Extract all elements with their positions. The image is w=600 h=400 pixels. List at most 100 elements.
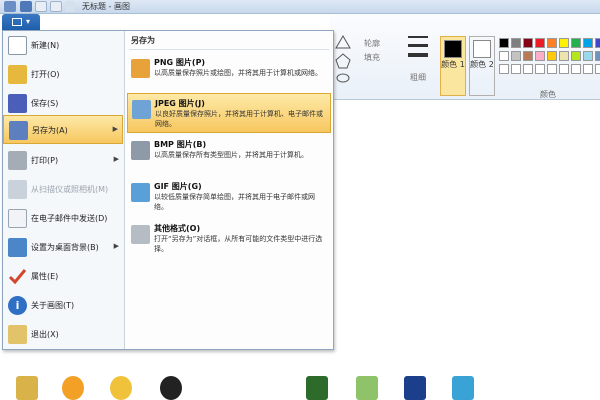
- menu-item-label: 打印(P): [31, 156, 59, 165]
- desktop-folder-icon[interactable]: [16, 376, 38, 400]
- sub-item-desc: 以高质量保存照片或绘图，并将其用于计算机或网络。: [154, 69, 322, 77]
- palette-swatch[interactable]: [535, 38, 545, 48]
- undo-icon[interactable]: [35, 1, 47, 12]
- palette-swatch[interactable]: [499, 38, 509, 48]
- sub-item-title: GIF 图片(G): [154, 182, 202, 191]
- color-palette: [498, 37, 600, 76]
- palette-swatch[interactable]: [523, 64, 533, 74]
- palette-swatch[interactable]: [583, 64, 593, 74]
- save-as-icon: [9, 121, 28, 140]
- desktop-cartoon-icon[interactable]: [110, 376, 132, 400]
- palette-swatch[interactable]: [595, 38, 600, 48]
- chevron-right-icon: ▶: [113, 155, 119, 163]
- color2-button[interactable]: 颜色 2: [469, 36, 495, 96]
- sub-item-title: JPEG 图片(J): [155, 99, 205, 108]
- sub-item-desc: 以高质量保存所有类型图片，并将其用于计算机。: [154, 151, 308, 159]
- palette-swatch[interactable]: [571, 51, 581, 61]
- sub-item-title: 其他格式(O): [154, 224, 201, 233]
- desktop-photoshop-icon[interactable]: [404, 376, 426, 400]
- palette-swatch[interactable]: [523, 51, 533, 61]
- folder-icon: [8, 65, 27, 84]
- png-image-icon: [131, 59, 150, 78]
- palette-swatch[interactable]: [511, 51, 521, 61]
- menu-item-label: 新建(N): [31, 41, 60, 50]
- palette-swatch[interactable]: [535, 51, 545, 61]
- palette-swatch[interactable]: [523, 38, 533, 48]
- palette-swatch[interactable]: [547, 38, 557, 48]
- save-icon[interactable]: [20, 1, 32, 12]
- exit-icon: [8, 325, 27, 344]
- palette-swatch[interactable]: [559, 64, 569, 74]
- save-as-submenu: 另存为 PNG 图片(P) 以高质量保存照片或绘图，并将其用于计算机或网络。 J…: [124, 31, 333, 349]
- menu-item-label: 属性(E): [31, 272, 59, 281]
- palette-swatch[interactable]: [499, 64, 509, 74]
- color2-swatch: [473, 40, 491, 58]
- desktop-qq-pet-icon[interactable]: [62, 376, 84, 400]
- palette-swatch[interactable]: [547, 64, 557, 74]
- desktop-app-icon[interactable]: [356, 376, 378, 400]
- palette-swatch[interactable]: [511, 64, 521, 74]
- menu-item-open[interactable]: 打开(O): [3, 60, 123, 89]
- palette-swatch[interactable]: [559, 51, 569, 61]
- desktop-cute-icon[interactable]: [452, 376, 474, 400]
- menu-item-exit[interactable]: 退出(X): [3, 320, 123, 349]
- save-as-gif[interactable]: GIF 图片(G) 以较低质量保存简单绘图，并将其用于电子邮件或网络。: [127, 177, 331, 217]
- palette-swatch[interactable]: [559, 38, 569, 48]
- save-as-png[interactable]: PNG 图片(P) 以高质量保存照片或绘图，并将其用于计算机或网络。: [127, 53, 331, 93]
- menu-item-set-desktop[interactable]: 设置为桌面背景(B) ▶: [3, 233, 123, 262]
- floppy-icon: [8, 94, 27, 113]
- menu-icon: [12, 18, 22, 26]
- info-icon: i: [8, 296, 27, 315]
- palette-swatch[interactable]: [571, 38, 581, 48]
- chevron-right-icon: ▶: [113, 242, 119, 250]
- fill-label[interactable]: 填充: [364, 52, 380, 63]
- palette-swatch[interactable]: [499, 51, 509, 61]
- colors-group-label: 颜色: [540, 90, 556, 99]
- customize-toolbar-icon[interactable]: [65, 1, 75, 12]
- shapes-icon[interactable]: [334, 34, 352, 90]
- chevron-right-icon: ▶: [112, 125, 118, 133]
- email-icon: [8, 209, 27, 228]
- sub-item-desc: 以较低质量保存简单绘图，并将其用于电子邮件或网络。: [154, 193, 315, 211]
- menu-item-label: 在电子邮件中发送(D): [31, 214, 108, 223]
- desktop-dreamweaver-icon[interactable]: [306, 376, 328, 400]
- printer-icon: [8, 151, 27, 170]
- menu-item-label: 从扫描仪或照相机(M): [31, 185, 109, 194]
- other-formats-icon: [131, 225, 150, 244]
- menu-item-properties[interactable]: 属性(E): [3, 262, 123, 291]
- menu-item-new[interactable]: 新建(N): [3, 31, 123, 60]
- palette-swatch[interactable]: [511, 38, 521, 48]
- palette-swatch[interactable]: [547, 51, 557, 61]
- save-as-jpeg[interactable]: JPEG 图片(J) 以良好质量保存照片，并将其用于计算机、电子邮件或网络。: [127, 93, 331, 133]
- menu-item-send-email[interactable]: 在电子邮件中发送(D): [3, 204, 123, 233]
- menu-item-from-scanner[interactable]: 从扫描仪或照相机(M): [3, 175, 123, 204]
- palette-swatch[interactable]: [595, 51, 600, 61]
- ribbon: 轮廓 填充 粗细 颜色 1 颜色 2 颜色: [330, 14, 600, 100]
- line-thickness-icon[interactable]: [408, 36, 428, 68]
- palette-swatch[interactable]: [595, 64, 600, 74]
- menu-item-print[interactable]: 打印(P) ▶: [3, 146, 123, 175]
- save-as-other[interactable]: 其他格式(O) 打开“另存为”对话框，从所有可能的文件类型中进行选择。: [127, 219, 331, 259]
- palette-swatch[interactable]: [571, 64, 581, 74]
- palette-swatch[interactable]: [535, 64, 545, 74]
- thickness-label[interactable]: 粗细: [410, 72, 426, 83]
- sub-item-title: PNG 图片(P): [154, 58, 206, 67]
- color1-button[interactable]: 颜色 1: [440, 36, 466, 96]
- redo-icon[interactable]: [50, 1, 62, 12]
- menu-item-about[interactable]: i 关于画图(T): [3, 291, 123, 320]
- palette-swatch[interactable]: [583, 38, 593, 48]
- menu-item-label: 另存为(A): [32, 126, 68, 135]
- gif-image-icon: [131, 183, 150, 202]
- scanner-icon: [8, 180, 27, 199]
- menu-item-save[interactable]: 保存(S): [3, 89, 123, 118]
- outline-label[interactable]: 轮廓: [364, 38, 380, 49]
- submenu-title: 另存为: [129, 35, 329, 50]
- color1-swatch: [444, 40, 462, 58]
- menu-item-save-as[interactable]: 另存为(A) ▶: [3, 115, 123, 144]
- paint-menu-button[interactable]: ▾: [2, 14, 40, 30]
- palette-swatch[interactable]: [583, 51, 593, 61]
- menu-left-column: 新建(N) 打开(O) 保存(S) 另存为(A) ▶ 打印(P) ▶ 从扫描仪或…: [3, 31, 123, 349]
- menu-item-label: 保存(S): [31, 99, 59, 108]
- save-as-bmp[interactable]: BMP 图片(B) 以高质量保存所有类型图片，并将其用于计算机。: [127, 135, 331, 175]
- desktop-qq-penguin-icon[interactable]: [160, 376, 182, 400]
